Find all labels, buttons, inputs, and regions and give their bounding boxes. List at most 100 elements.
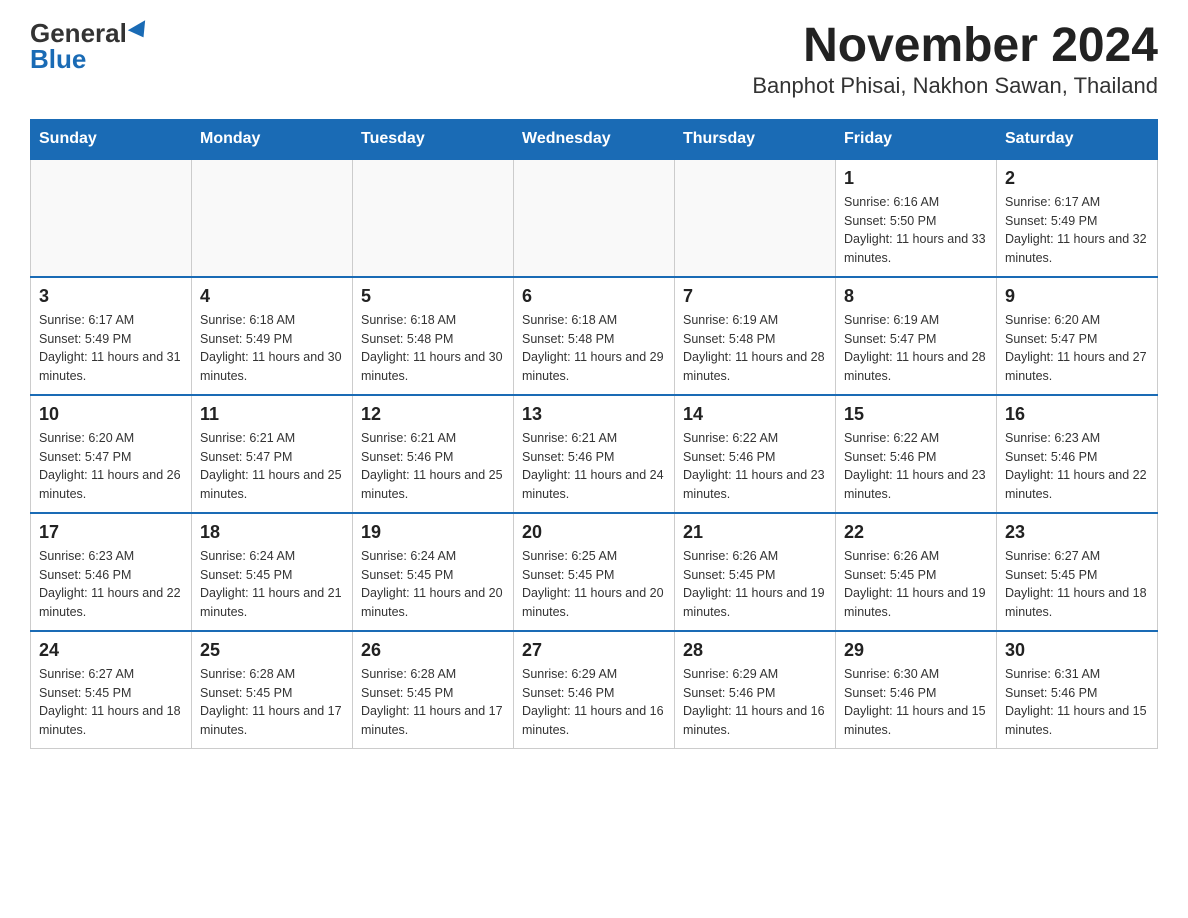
day-info: Sunrise: 6:21 AMSunset: 5:47 PMDaylight:… [200,429,344,504]
day-info: Sunrise: 6:30 AMSunset: 5:46 PMDaylight:… [844,665,988,740]
calendar-day-cell: 2Sunrise: 6:17 AMSunset: 5:49 PMDaylight… [997,159,1158,277]
calendar-day-cell [192,159,353,277]
day-number: 7 [683,286,827,307]
calendar-day-cell [31,159,192,277]
calendar-day-cell: 8 Sunrise: 6:19 AMSunset: 5:47 PMDaylight… [836,277,997,395]
logo-triangle-icon [128,20,152,42]
day-info: Sunrise: 6:26 AMSunset: 5:45 PMDaylight:… [683,547,827,622]
day-number: 6 [522,286,666,307]
calendar-day-cell: 18 Sunrise: 6:24 AMSunset: 5:45 PMDayligh… [192,513,353,631]
calendar-week-row: 17 Sunrise: 6:23 AMSunset: 5:46 PMDayligh… [31,513,1158,631]
day-info: Sunrise: 6:22 AMSunset: 5:46 PMDaylight:… [844,429,988,504]
calendar-day-cell: 15 Sunrise: 6:22 AMSunset: 5:46 PMDayligh… [836,395,997,513]
day-number: 5 [361,286,505,307]
day-number: 26 [361,640,505,661]
calendar-day-cell: 3 Sunrise: 6:17 AMSunset: 5:49 PMDaylight… [31,277,192,395]
calendar-day-cell: 17 Sunrise: 6:23 AMSunset: 5:46 PMDayligh… [31,513,192,631]
day-info: Sunrise: 6:19 AMSunset: 5:47 PMDaylight:… [844,311,988,386]
calendar-day-header: Tuesday [353,119,514,159]
calendar-header: SundayMondayTuesdayWednesdayThursdayFrid… [31,119,1158,159]
day-number: 15 [844,404,988,425]
calendar-day-cell: 23Sunrise: 6:27 AMSunset: 5:45 PMDayligh… [997,513,1158,631]
calendar-day-cell: 29 Sunrise: 6:30 AMSunset: 5:46 PMDayligh… [836,631,997,749]
day-info: Sunrise: 6:29 AMSunset: 5:46 PMDaylight:… [683,665,827,740]
day-number: 14 [683,404,827,425]
day-info: Sunrise: 6:17 AMSunset: 5:49 PMDaylight:… [39,311,183,386]
calendar-day-header: Saturday [997,119,1158,159]
calendar-week-row: 1Sunrise: 6:16 AMSunset: 5:50 PMDaylight… [31,159,1158,277]
day-number: 8 [844,286,988,307]
calendar-body: 1Sunrise: 6:16 AMSunset: 5:50 PMDaylight… [31,159,1158,749]
calendar-day-cell: 12Sunrise: 6:21 AMSunset: 5:46 PMDayligh… [353,395,514,513]
day-number: 28 [683,640,827,661]
day-info: Sunrise: 6:18 AMSunset: 5:48 PMDaylight:… [361,311,505,386]
day-info: Sunrise: 6:22 AMSunset: 5:46 PMDaylight:… [683,429,827,504]
day-info: Sunrise: 6:19 AMSunset: 5:48 PMDaylight:… [683,311,827,386]
day-number: 10 [39,404,183,425]
day-info: Sunrise: 6:28 AMSunset: 5:45 PMDaylight:… [361,665,505,740]
title-block: November 2024 Banphot Phisai, Nakhon Saw… [752,20,1158,99]
calendar-week-row: 3 Sunrise: 6:17 AMSunset: 5:49 PMDaylight… [31,277,1158,395]
day-number: 9 [1005,286,1149,307]
day-number: 21 [683,522,827,543]
day-number: 3 [39,286,183,307]
day-number: 29 [844,640,988,661]
calendar-day-cell: 11 Sunrise: 6:21 AMSunset: 5:47 PMDayligh… [192,395,353,513]
day-number: 16 [1005,404,1149,425]
calendar-day-cell: 1Sunrise: 6:16 AMSunset: 5:50 PMDaylight… [836,159,997,277]
day-number: 19 [361,522,505,543]
calendar-day-cell: 14 Sunrise: 6:22 AMSunset: 5:46 PMDayligh… [675,395,836,513]
calendar-day-cell: 10 Sunrise: 6:20 AMSunset: 5:47 PMDayligh… [31,395,192,513]
calendar-day-cell: 30 Sunrise: 6:31 AMSunset: 5:46 PMDayligh… [997,631,1158,749]
calendar-day-cell: 13 Sunrise: 6:21 AMSunset: 5:46 PMDayligh… [514,395,675,513]
day-info: Sunrise: 6:23 AMSunset: 5:46 PMDaylight:… [39,547,183,622]
day-number: 30 [1005,640,1149,661]
calendar-day-header: Wednesday [514,119,675,159]
calendar-day-cell: 16 Sunrise: 6:23 AMSunset: 5:46 PMDayligh… [997,395,1158,513]
calendar-day-cell: 22 Sunrise: 6:26 AMSunset: 5:45 PMDayligh… [836,513,997,631]
day-info: Sunrise: 6:24 AMSunset: 5:45 PMDaylight:… [361,547,505,622]
calendar-title: November 2024 [752,20,1158,73]
calendar-day-header: Sunday [31,119,192,159]
day-info: Sunrise: 6:27 AMSunset: 5:45 PMDaylight:… [39,665,183,740]
day-info: Sunrise: 6:23 AMSunset: 5:46 PMDaylight:… [1005,429,1149,504]
day-info: Sunrise: 6:18 AMSunset: 5:49 PMDaylight:… [200,311,344,386]
day-number: 17 [39,522,183,543]
calendar-day-cell: 7 Sunrise: 6:19 AMSunset: 5:48 PMDaylight… [675,277,836,395]
calendar-day-cell: 24 Sunrise: 6:27 AMSunset: 5:45 PMDayligh… [31,631,192,749]
day-number: 11 [200,404,344,425]
day-info: Sunrise: 6:31 AMSunset: 5:46 PMDaylight:… [1005,665,1149,740]
day-info: Sunrise: 6:28 AMSunset: 5:45 PMDaylight:… [200,665,344,740]
logo-general-text: General [30,20,127,46]
calendar-day-cell: 27Sunrise: 6:29 AMSunset: 5:46 PMDayligh… [514,631,675,749]
day-number: 24 [39,640,183,661]
day-number: 25 [200,640,344,661]
calendar-day-cell [514,159,675,277]
day-info: Sunrise: 6:27 AMSunset: 5:45 PMDaylight:… [1005,547,1149,622]
calendar-day-cell: 28 Sunrise: 6:29 AMSunset: 5:46 PMDayligh… [675,631,836,749]
day-number: 27 [522,640,666,661]
day-info: Sunrise: 6:17 AMSunset: 5:49 PMDaylight:… [1005,193,1149,268]
calendar-table: SundayMondayTuesdayWednesdayThursdayFrid… [30,119,1158,749]
day-info: Sunrise: 6:26 AMSunset: 5:45 PMDaylight:… [844,547,988,622]
calendar-day-cell: 26 Sunrise: 6:28 AMSunset: 5:45 PMDayligh… [353,631,514,749]
day-info: Sunrise: 6:16 AMSunset: 5:50 PMDaylight:… [844,193,988,268]
day-number: 4 [200,286,344,307]
day-info: Sunrise: 6:18 AMSunset: 5:48 PMDaylight:… [522,311,666,386]
calendar-day-cell: 4 Sunrise: 6:18 AMSunset: 5:49 PMDaylight… [192,277,353,395]
day-info: Sunrise: 6:20 AMSunset: 5:47 PMDaylight:… [39,429,183,504]
calendar-day-header: Friday [836,119,997,159]
calendar-day-header: Monday [192,119,353,159]
day-number: 13 [522,404,666,425]
day-info: Sunrise: 6:21 AMSunset: 5:46 PMDaylight:… [522,429,666,504]
day-number: 18 [200,522,344,543]
day-number: 22 [844,522,988,543]
day-info: Sunrise: 6:24 AMSunset: 5:45 PMDaylight:… [200,547,344,622]
calendar-header-row: SundayMondayTuesdayWednesdayThursdayFrid… [31,119,1158,159]
calendar-week-row: 10 Sunrise: 6:20 AMSunset: 5:47 PMDayligh… [31,395,1158,513]
calendar-day-cell: 20Sunrise: 6:25 AMSunset: 5:45 PMDayligh… [514,513,675,631]
calendar-day-cell: 19 Sunrise: 6:24 AMSunset: 5:45 PMDayligh… [353,513,514,631]
page-header: General Blue November 2024 Banphot Phisa… [30,20,1158,99]
calendar-day-cell: 6 Sunrise: 6:18 AMSunset: 5:48 PMDaylight… [514,277,675,395]
day-info: Sunrise: 6:25 AMSunset: 5:45 PMDaylight:… [522,547,666,622]
